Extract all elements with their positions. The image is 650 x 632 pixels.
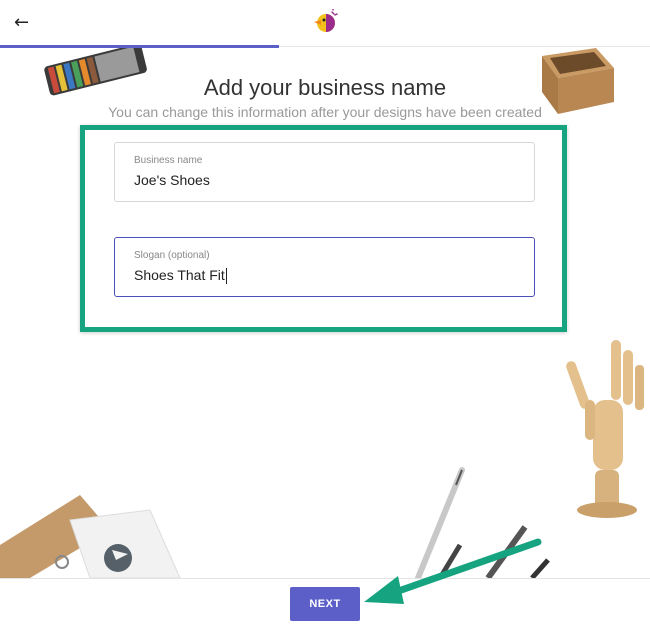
page-title: Add your business name bbox=[203, 75, 447, 100]
next-button[interactable]: NEXT bbox=[290, 587, 360, 621]
annotation-arrow-icon bbox=[364, 538, 542, 604]
brand-logo-icon bbox=[314, 9, 338, 32]
wooden-hand-mannequin-decoration bbox=[566, 340, 644, 518]
page-subtitle: You can change this information after yo… bbox=[108, 104, 542, 120]
business-name-field[interactable]: Business name Joe's Shoes bbox=[114, 142, 535, 202]
slogan-field[interactable]: Slogan (optional) Shoes That Fit bbox=[114, 237, 535, 297]
business-name-label: Business name bbox=[134, 155, 203, 166]
bottom-bar: NEXT bbox=[0, 578, 650, 632]
progress-bar-fill bbox=[0, 45, 279, 48]
notebook-and-cards-decoration bbox=[0, 495, 181, 578]
slogan-input-text: Shoes That Fit bbox=[134, 267, 225, 283]
text-cursor bbox=[225, 268, 227, 285]
business-name-input[interactable]: Joe's Shoes bbox=[134, 172, 514, 188]
slogan-input[interactable]: Shoes That Fit bbox=[134, 267, 514, 285]
top-bar: ← bbox=[0, 0, 650, 47]
slogan-label: Slogan (optional) bbox=[134, 250, 210, 261]
back-arrow-icon[interactable]: ← bbox=[14, 12, 36, 34]
